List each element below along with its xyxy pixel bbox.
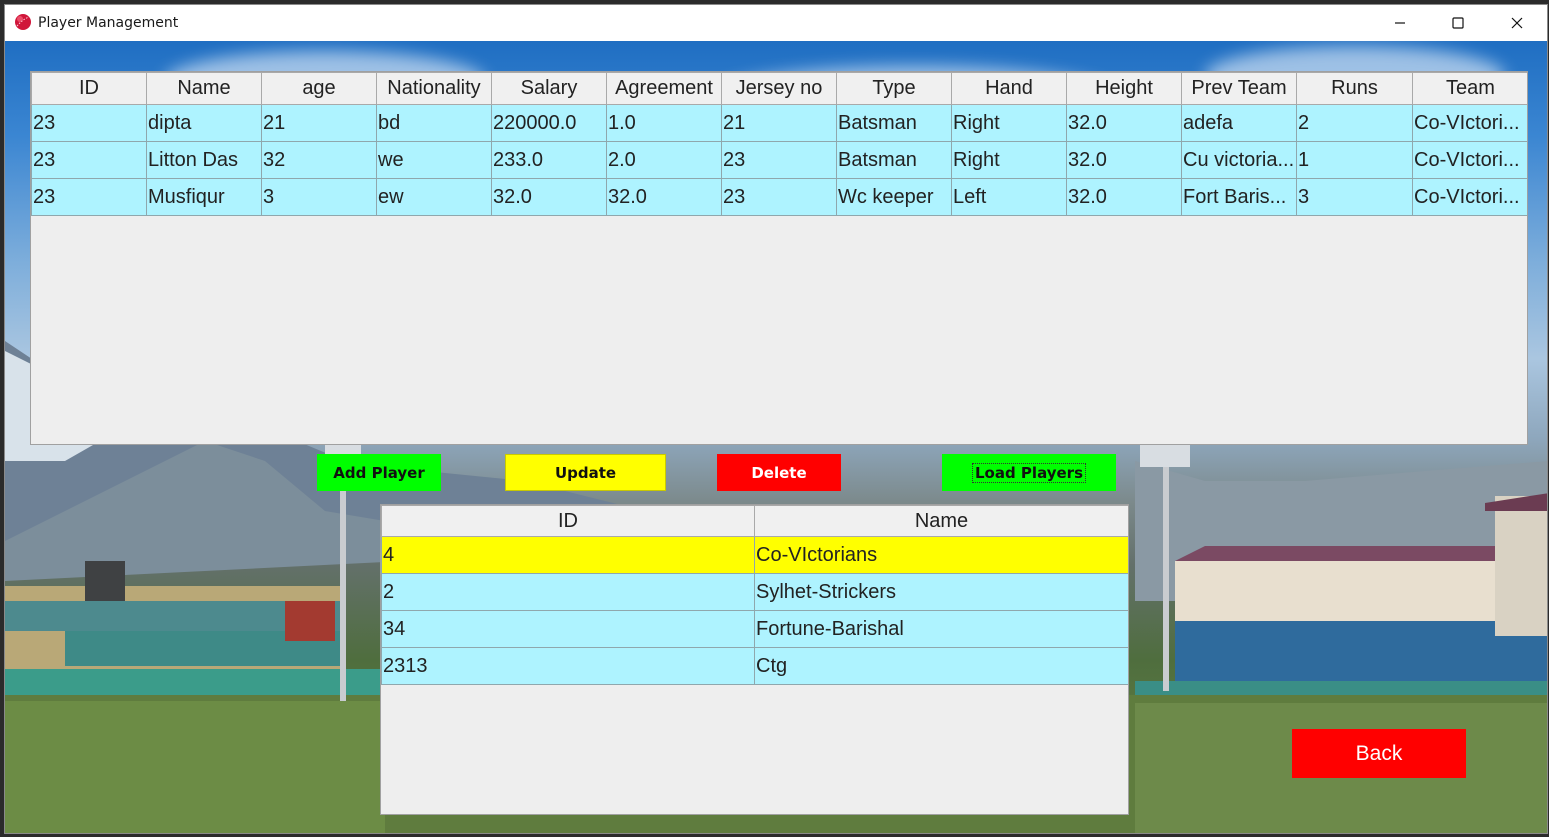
cell: 23 xyxy=(31,141,147,179)
minimize-button[interactable] xyxy=(1371,5,1429,41)
column-header-nationality[interactable]: Nationality xyxy=(376,72,492,105)
table-row[interactable]: 23 dipta 21 bd 220000.0 1.0 21 Batsman R… xyxy=(31,104,1527,142)
table-row[interactable]: 23 Musfiqur 3 ew 32.0 32.0 23 Wc keeper … xyxy=(31,178,1527,216)
cell: Fort Baris... xyxy=(1181,178,1297,216)
cell: 2313 xyxy=(381,647,755,685)
column-header-team[interactable]: Team xyxy=(1412,72,1527,105)
cell: 34 xyxy=(381,610,755,648)
cell: Wc keeper xyxy=(836,178,952,216)
cell: 23 xyxy=(31,104,147,142)
column-header-team-name[interactable]: Name xyxy=(754,505,1128,537)
close-button[interactable] xyxy=(1488,5,1546,41)
cell: Sylhet-Strickers xyxy=(754,573,1128,611)
cell: bd xyxy=(376,104,492,142)
maximize-button[interactable] xyxy=(1429,5,1487,41)
column-header-type[interactable]: Type xyxy=(836,72,952,105)
cell: 32 xyxy=(261,141,377,179)
table-row[interactable]: 34 Fortune-Barishal xyxy=(381,610,1128,648)
column-header-jersey-no[interactable]: Jersey no xyxy=(721,72,837,105)
table-row[interactable]: 2313 Ctg xyxy=(381,647,1128,685)
cell: 2.0 xyxy=(606,141,722,179)
cell: 233.0 xyxy=(491,141,607,179)
cell: 3 xyxy=(1296,178,1413,216)
cell: Right xyxy=(951,104,1067,142)
cell: Cu victoria... xyxy=(1181,141,1297,179)
cell: 32.0 xyxy=(606,178,722,216)
cricket-ball-icon xyxy=(15,14,31,30)
column-header-age[interactable]: age xyxy=(261,72,377,105)
column-header-runs[interactable]: Runs xyxy=(1296,72,1413,105)
cell: 32.0 xyxy=(1066,178,1182,216)
table-row[interactable]: 2 Sylhet-Strickers xyxy=(381,573,1128,611)
cell: 4 xyxy=(381,536,755,574)
add-player-button[interactable]: Add Player xyxy=(317,454,441,491)
players-table-header: ID Name age Nationality Salary Agreement… xyxy=(31,72,1527,105)
cell: 23 xyxy=(721,141,837,179)
delete-button[interactable]: Delete xyxy=(717,454,841,491)
cell: Fortune-Barishal xyxy=(754,610,1128,648)
stadium-background: ID Name age Nationality Salary Agreement… xyxy=(5,41,1547,833)
minimize-icon xyxy=(1395,22,1405,24)
column-header-id[interactable]: ID xyxy=(31,72,147,105)
column-header-salary[interactable]: Salary xyxy=(491,72,607,105)
maximize-icon xyxy=(1452,17,1464,29)
cell: Litton Das xyxy=(146,141,262,179)
cell: 32.0 xyxy=(491,178,607,216)
cell: adefa xyxy=(1181,104,1297,142)
cell: Co-VIctori... xyxy=(1412,141,1527,179)
update-button[interactable]: Update xyxy=(505,454,666,491)
back-button[interactable]: Back xyxy=(1292,729,1466,778)
cell: ew xyxy=(376,178,492,216)
load-players-label: Load Players xyxy=(971,462,1087,483)
cell: Batsman xyxy=(836,104,952,142)
cell: dipta xyxy=(146,104,262,142)
cell: Right xyxy=(951,141,1067,179)
title-bar[interactable]: Player Management xyxy=(5,5,1547,41)
cell: 220000.0 xyxy=(491,104,607,142)
cell: 23 xyxy=(721,178,837,216)
load-players-button[interactable]: Load Players xyxy=(942,454,1116,491)
column-header-hand[interactable]: Hand xyxy=(951,72,1067,105)
players-table: ID Name age Nationality Salary Agreement… xyxy=(31,72,1527,216)
column-header-height[interactable]: Height xyxy=(1066,72,1182,105)
window-title: Player Management xyxy=(38,15,179,31)
players-table-panel[interactable]: ID Name age Nationality Salary Agreement… xyxy=(30,71,1528,445)
table-row[interactable]: 23 Litton Das 32 we 233.0 2.0 23 Batsman… xyxy=(31,141,1527,179)
column-header-name[interactable]: Name xyxy=(146,72,262,105)
cell: 1.0 xyxy=(606,104,722,142)
player-management-window: Player Management ID Name age Nationalit… xyxy=(4,4,1548,834)
cell: 2 xyxy=(1296,104,1413,142)
teams-table-header: ID Name xyxy=(381,505,1128,537)
cell: 21 xyxy=(721,104,837,142)
cell: we xyxy=(376,141,492,179)
cell: Co-VIctori... xyxy=(1412,178,1527,216)
cell: Left xyxy=(951,178,1067,216)
cell: 1 xyxy=(1296,141,1413,179)
table-row-selected[interactable]: 4 Co-VIctorians xyxy=(381,536,1128,574)
column-header-team-id[interactable]: ID xyxy=(381,505,755,537)
cell: 21 xyxy=(261,104,377,142)
cell: 23 xyxy=(31,178,147,216)
cell: 32.0 xyxy=(1066,141,1182,179)
cell: Batsman xyxy=(836,141,952,179)
cell: 32.0 xyxy=(1066,104,1182,142)
column-header-agreement[interactable]: Agreement xyxy=(606,72,722,105)
cell: Co-VIctorians xyxy=(754,536,1128,574)
cell: 3 xyxy=(261,178,377,216)
teams-table-panel[interactable]: ID Name 4 Co-VIctorians 2 Sylhet-Stricke… xyxy=(380,504,1129,815)
cell: 2 xyxy=(381,573,755,611)
column-header-prev-team[interactable]: Prev Team xyxy=(1181,72,1297,105)
teams-table: ID Name 4 Co-VIctorians 2 Sylhet-Stricke… xyxy=(381,505,1128,685)
cell: Ctg xyxy=(754,647,1128,685)
close-icon xyxy=(1511,17,1523,29)
cell: Co-VIctori... xyxy=(1412,104,1527,142)
cell: Musfiqur xyxy=(146,178,262,216)
